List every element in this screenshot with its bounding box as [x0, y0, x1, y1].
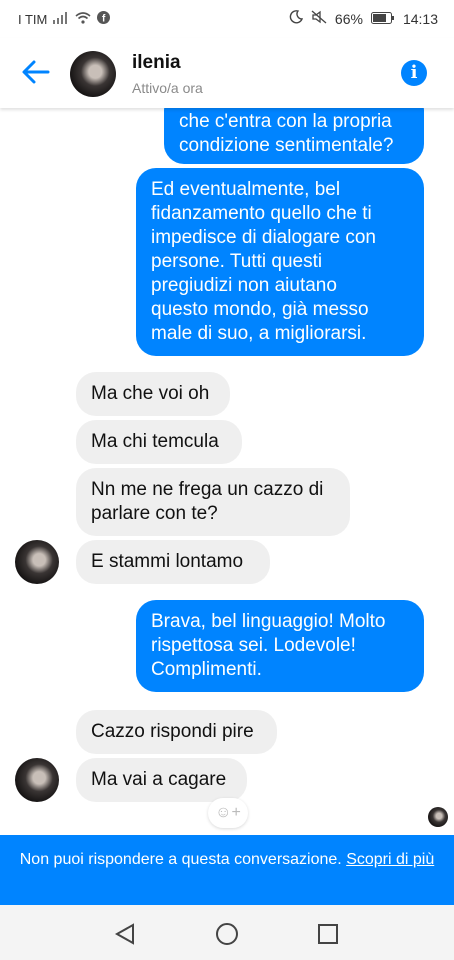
carrier-label: I TIM [18, 11, 48, 27]
mute-icon [311, 10, 327, 27]
cannot-reply-banner: Non puoi rispondere a questa conversazio… [0, 835, 454, 905]
contact-status: Attivo/a ora [132, 80, 203, 96]
message-bubble-incoming[interactable]: E stammi lontamo [76, 540, 270, 584]
back-arrow-icon[interactable] [20, 56, 52, 88]
battery-icon [370, 11, 395, 27]
nav-home-icon[interactable] [212, 919, 242, 949]
sender-avatar[interactable] [15, 758, 59, 802]
nav-recents-icon[interactable] [313, 919, 343, 949]
wifi-icon [75, 11, 91, 27]
info-icon[interactable]: i [401, 60, 427, 86]
battery-percent: 66% [334, 10, 363, 27]
do-not-disturb-icon [289, 10, 303, 27]
message-bubble-incoming[interactable]: Ma che voi oh [76, 372, 230, 416]
message-bubble-outgoing[interactable]: Ed eventualmente, bel fidanzamento quell… [136, 168, 424, 356]
conversation-header: ilenia Attivo/a ora i [0, 38, 454, 108]
contact-avatar[interactable] [70, 51, 116, 97]
message-bubble-incoming[interactable]: Cazzo rispondi pire [76, 710, 277, 754]
clock: 14:13 [402, 10, 438, 27]
contact-name[interactable]: ilenia [132, 52, 181, 74]
message-bubble-outgoing[interactable]: Brava, bel linguaggio! Molto rispettosa … [136, 600, 424, 692]
sender-avatar[interactable] [15, 540, 59, 584]
message-bubble-incoming[interactable]: Nn me ne frega un cazzo di parlare con t… [76, 468, 350, 536]
message-bubble-incoming[interactable]: Ma chi temcula [76, 420, 242, 464]
message-bubble-incoming[interactable]: Ma vai a cagare [76, 758, 247, 802]
learn-more-link[interactable]: Scopri di più [346, 851, 434, 868]
banner-text: Non puoi rispondere a questa conversazio… [19, 851, 342, 868]
status-bar: I TIM f 66% 14:13 [0, 0, 454, 38]
seen-receipt-avatar [428, 807, 448, 827]
nav-back-icon[interactable] [111, 919, 141, 949]
system-navigation-bar [0, 905, 454, 960]
add-reaction-icon[interactable]: ☺+ [208, 798, 248, 828]
signal-icon [53, 11, 69, 27]
facebook-notification-icon: f [97, 11, 111, 27]
